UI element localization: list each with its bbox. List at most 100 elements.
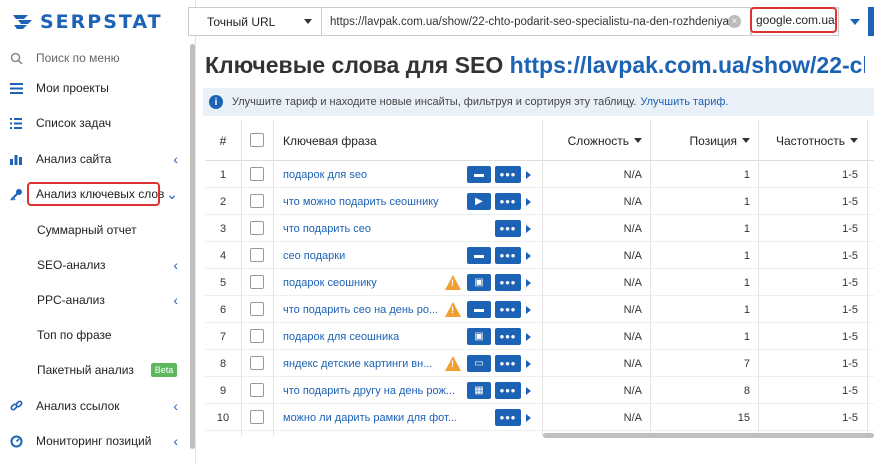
more-options-button[interactable]: •••: [495, 301, 521, 318]
chat-icon[interactable]: ▬: [467, 166, 491, 183]
row-checkbox[interactable]: [250, 221, 264, 235]
expand-arrow-icon[interactable]: [526, 306, 531, 314]
keyword-link[interactable]: подарок сеошнику: [283, 269, 459, 296]
row-number: 7: [219, 330, 227, 343]
search-button[interactable]: [868, 7, 874, 36]
basket-icon[interactable]: ▣: [467, 328, 491, 345]
sidebar-item-link-analysis[interactable]: Анализ ссылок ‹: [0, 391, 190, 421]
row-checkbox[interactable]: [250, 302, 264, 316]
sidebar-item-top-by-phrase[interactable]: Топ по фразе: [0, 320, 190, 350]
horizontal-scrollbar[interactable]: [543, 433, 874, 438]
logo[interactable]: SERPSTAT: [0, 0, 195, 44]
table-row: 1 подарок для seo ▬ ••• N/A 1 1-5: [205, 161, 874, 188]
header-frequency[interactable]: Частотность: [760, 120, 858, 161]
sidebar-search[interactable]: Поиск по меню: [0, 43, 190, 73]
expand-arrow-icon[interactable]: [526, 414, 531, 422]
more-options-button[interactable]: •••: [495, 409, 521, 426]
difficulty-value: N/A: [623, 411, 642, 424]
chat-icon[interactable]: ▬: [467, 247, 491, 264]
keyword-link[interactable]: можно ли дарить рамки для фот...: [283, 404, 459, 431]
keyword-link[interactable]: что подарить другу на день рож...: [283, 377, 459, 404]
info-banner: i Улучшите тариф и находите новые инсайт…: [203, 88, 874, 116]
sidebar-item-seo-analysis[interactable]: SEO-анализ ‹: [0, 250, 190, 280]
search-type-value: Точный URL: [207, 14, 276, 29]
page-title-url[interactable]: https://lavpak.com.ua/show/22-cht...: [510, 52, 865, 78]
more-options-button[interactable]: •••: [495, 247, 521, 264]
position-value: 1: [743, 249, 750, 262]
row-number: 4: [219, 249, 227, 262]
upgrade-link[interactable]: Улучшить тариф.: [640, 96, 728, 108]
serpstat-logo-icon: [13, 15, 32, 29]
more-options-button[interactable]: •••: [495, 193, 521, 210]
card-icon[interactable]: ▭: [467, 355, 491, 372]
gauge-icon: [9, 434, 23, 448]
expand-arrow-icon[interactable]: [526, 360, 531, 368]
expand-arrow-icon[interactable]: [526, 387, 531, 395]
row-checkbox[interactable]: [250, 167, 264, 181]
row-checkbox[interactable]: [250, 275, 264, 289]
sidebar-item-batch-analysis[interactable]: Пакетный анализ Beta: [0, 355, 190, 385]
header-keyword: Ключевая фраза: [283, 133, 377, 148]
expand-arrow-icon[interactable]: [526, 279, 531, 287]
table-row: 4 сео подарки ▬ ••• N/A 1 1-5: [205, 242, 874, 269]
select-all-checkbox[interactable]: [250, 133, 264, 147]
more-options-button[interactable]: •••: [495, 220, 521, 237]
highlight-box: [27, 182, 160, 206]
sidebar-item-tasks[interactable]: Список задач: [0, 108, 190, 138]
position-value: 15: [737, 411, 750, 424]
expand-arrow-icon[interactable]: [526, 171, 531, 179]
app: SERPSTAT Поиск по меню Мои проекты Списо…: [0, 0, 874, 463]
row-checkbox[interactable]: [250, 248, 264, 262]
sidebar-item-summary[interactable]: Суммарный отчет: [0, 215, 190, 245]
chat-icon[interactable]: ▬: [467, 301, 491, 318]
url-input[interactable]: https://lavpak.com.ua/show/22-chto-podar…: [321, 7, 751, 36]
video-icon[interactable]: ▶: [467, 193, 491, 210]
database-value[interactable]: google.com.ua: [750, 7, 837, 33]
row-checkbox[interactable]: [250, 410, 264, 424]
sidebar-item-label: Пакетный анализ: [37, 363, 134, 377]
sidebar-item-site-analysis[interactable]: Анализ сайта ‹: [0, 144, 190, 174]
basket-icon[interactable]: ▣: [467, 274, 491, 291]
expand-arrow-icon[interactable]: [526, 333, 531, 341]
table-row: 10 можно ли дарить рамки для фот... ••• N/A…: [205, 404, 874, 431]
more-options-button[interactable]: •••: [495, 274, 521, 291]
keyword-link[interactable]: что подарить сео на день ро...: [283, 296, 459, 323]
row-checkbox[interactable]: [250, 356, 264, 370]
table-row: 2 что можно подарить сеошнику ▶ ••• N/A 1 1-5: [205, 188, 874, 215]
row-checkbox[interactable]: [250, 329, 264, 343]
search-type-select[interactable]: Точный URL: [188, 7, 322, 36]
row-checkbox[interactable]: [250, 194, 264, 208]
sidebar-item-label: Список задач: [36, 116, 112, 130]
expand-arrow-icon[interactable]: [526, 252, 531, 260]
expand-arrow-icon[interactable]: [526, 198, 531, 206]
keyword-link[interactable]: подарок для сеошника: [283, 323, 459, 350]
images-icon[interactable]: ▦: [467, 382, 491, 399]
keyword-link[interactable]: яндекс детские картинги вн...: [283, 350, 459, 377]
more-options-button[interactable]: •••: [495, 382, 521, 399]
keyword-link[interactable]: подарок для seo: [283, 161, 459, 188]
chevron-left-icon: ‹: [173, 433, 178, 449]
expand-arrow-icon[interactable]: [526, 225, 531, 233]
clear-input-icon[interactable]: ×: [728, 15, 741, 28]
difficulty-value: N/A: [623, 384, 642, 397]
keyword-link[interactable]: что подарить сео: [283, 215, 459, 242]
sidebar-item-ppc-analysis[interactable]: PPC-анализ ‹: [0, 285, 190, 315]
chevron-left-icon: ‹: [173, 398, 178, 414]
sidebar-item-label: Мои проекты: [36, 81, 109, 95]
search-bar: Точный URL https://lavpak.com.ua/show/22…: [188, 7, 874, 36]
more-options-button[interactable]: •••: [495, 166, 521, 183]
keyword-link[interactable]: сео подарки: [283, 242, 459, 269]
header-difficulty[interactable]: Сложность: [544, 120, 642, 161]
sidebar-scrollbar[interactable]: [190, 44, 195, 449]
list-icon: [9, 116, 23, 130]
sidebar-item-rank-tracker[interactable]: Мониторинг позиций ‹: [0, 426, 190, 456]
more-options-button[interactable]: •••: [495, 355, 521, 372]
sidebar-item-projects[interactable]: Мои проекты: [0, 73, 190, 103]
header-position[interactable]: Позиция: [650, 120, 750, 161]
keyword-link[interactable]: что можно подарить сеошнику: [283, 188, 459, 215]
key-icon: [9, 187, 23, 201]
more-options-button[interactable]: •••: [495, 328, 521, 345]
position-value: 1: [743, 168, 750, 181]
row-checkbox[interactable]: [250, 383, 264, 397]
database-caret-icon[interactable]: [840, 7, 868, 36]
